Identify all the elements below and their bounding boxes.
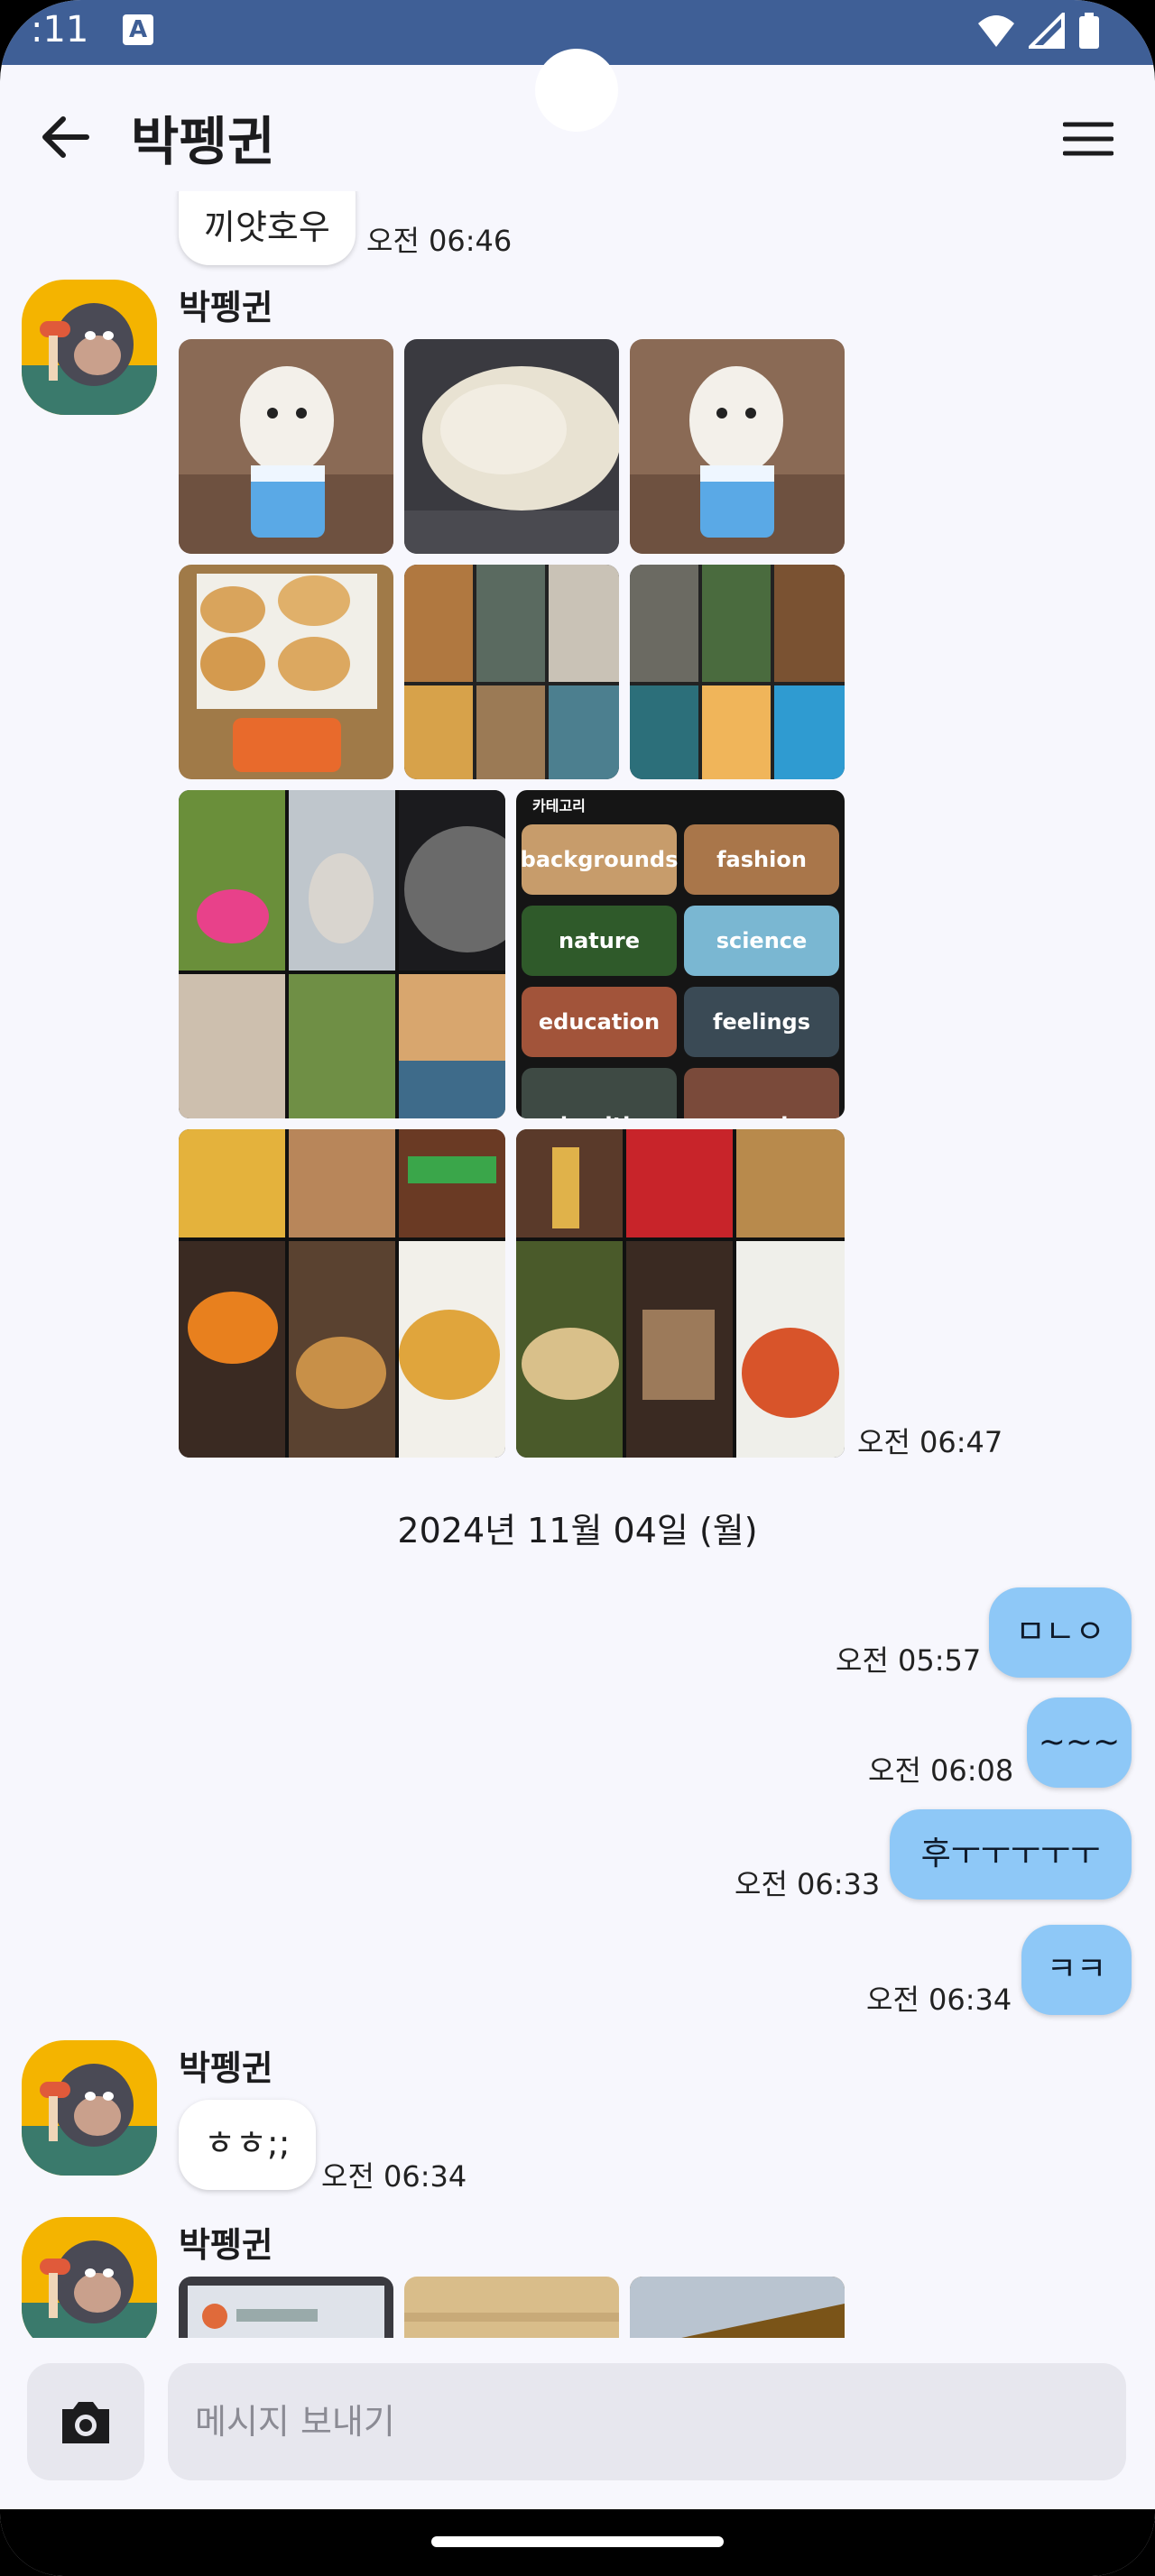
sender-name: 박펭귄 [179, 2048, 273, 2088]
home-gesture-handle[interactable] [431, 2536, 724, 2547]
category-chip: science [684, 906, 839, 976]
photo-thumbnail[interactable] [179, 2277, 393, 2338]
avatar[interactable] [22, 2040, 157, 2176]
incoming-bubble[interactable]: 끼얏호우 [179, 191, 356, 265]
arrow-left-icon [42, 116, 89, 158]
photo-thumbnail[interactable] [179, 339, 393, 554]
category-title: 카테고리 [532, 797, 586, 814]
message-text: 후ㅜㅜㅜㅜㅜ [920, 1835, 1101, 1872]
category-chip: people [684, 1068, 839, 1118]
message-time: 오전 06:34 [866, 1983, 1012, 2017]
photo-thumbnail[interactable] [404, 339, 619, 554]
photo-thumbnail[interactable] [179, 565, 393, 779]
sender-name: 박펭귄 [179, 2225, 273, 2265]
category-chip: health [522, 1068, 677, 1118]
message-time: 오전 06:08 [868, 1753, 1014, 1788]
avatar[interactable] [22, 2217, 157, 2338]
message-time: 오전 05:57 [836, 1643, 982, 1678]
message-time: 오전 06:47 [857, 1425, 1003, 1459]
photo-thumbnail[interactable] [404, 565, 619, 779]
battery-icon [1079, 13, 1099, 49]
photo-collage[interactable] [179, 790, 505, 1118]
message-composer [0, 2338, 1155, 2509]
menu-button[interactable] [1054, 105, 1123, 173]
photo-thumbnail[interactable] [630, 2277, 845, 2338]
photo-collage[interactable] [516, 1129, 845, 1458]
category-chip: feelings [684, 987, 839, 1057]
photo-thumbnail[interactable] [404, 2277, 619, 2338]
incoming-bubble[interactable]: ㅎㅎ;; [179, 2100, 316, 2190]
outgoing-bubble[interactable]: ㅋㅋ [1021, 1925, 1132, 2015]
category-chip: nature [522, 906, 677, 976]
photo-thumbnail[interactable] [630, 339, 845, 554]
phone-screen: :11 A 박펭귄 끼얏호우 오전 06:46 박펭귄 카테고리 backgro… [0, 0, 1155, 2576]
outgoing-bubble[interactable]: ㅁㄴㅇ [989, 1587, 1132, 1678]
photo-thumbnail[interactable] [630, 565, 845, 779]
category-chip: education [522, 987, 677, 1057]
notification-icon: A [123, 14, 153, 45]
back-button[interactable] [31, 103, 99, 171]
status-time: :11 [31, 9, 89, 51]
message-time: 오전 06:46 [366, 224, 513, 258]
message-input[interactable] [168, 2363, 1126, 2480]
date-separator: 2024년 11월 04일 (월) [397, 1511, 758, 1550]
camera-button[interactable] [27, 2363, 144, 2480]
category-collage[interactable]: 카테고리 backgrounds fashion nature science … [516, 790, 845, 1118]
outgoing-bubble[interactable]: ~~~ [1027, 1697, 1132, 1788]
category-chip: backgrounds [521, 824, 678, 895]
message-text: ~~~ [1038, 1724, 1121, 1761]
wifi-icon [978, 15, 1014, 47]
navigation-bar [0, 2509, 1155, 2576]
monkey-avatar-image [22, 280, 157, 415]
message-time: 오전 06:34 [321, 2159, 467, 2194]
monkey-avatar-image [22, 2217, 157, 2338]
chat-message-list[interactable]: 끼얏호우 오전 06:46 박펭귄 카테고리 backgrounds fashi… [0, 191, 1155, 2338]
chat-title: 박펭귄 [131, 111, 276, 172]
hamburger-menu-icon [1063, 122, 1113, 156]
camera-icon [62, 2402, 109, 2443]
message-text: ㅁㄴㅇ [1015, 1614, 1105, 1651]
message-text: ㅎㅎ;; [204, 2123, 291, 2163]
message-time: 오전 06:33 [735, 1867, 881, 1901]
category-chip: fashion [684, 824, 839, 895]
signal-icon [1029, 13, 1065, 49]
sender-name: 박펭귄 [179, 288, 273, 327]
avatar[interactable] [22, 280, 157, 415]
photo-collage[interactable] [179, 1129, 505, 1458]
monkey-avatar-image [22, 2040, 157, 2176]
outgoing-bubble[interactable]: 후ㅜㅜㅜㅜㅜ [890, 1809, 1132, 1900]
app-header: 박펭귄 [0, 65, 1155, 191]
message-text: ㅋㅋ [1046, 1951, 1107, 1988]
status-icons [976, 13, 1101, 51]
message-text: 끼얏호우 [204, 207, 330, 247]
